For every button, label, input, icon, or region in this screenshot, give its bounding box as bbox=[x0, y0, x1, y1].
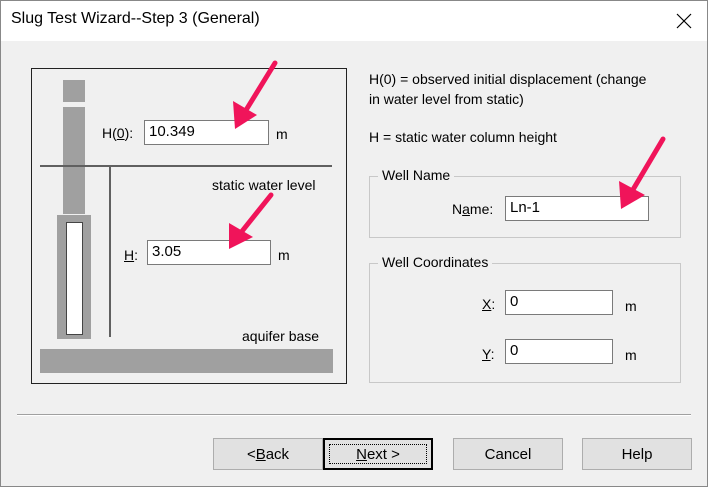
y-label: Y: bbox=[482, 346, 495, 362]
close-button[interactable] bbox=[661, 1, 707, 41]
h0-unit: m bbox=[276, 126, 288, 142]
h-height-line bbox=[109, 167, 111, 337]
h-unit: m bbox=[278, 247, 290, 263]
x-coordinate-input[interactable]: 0 bbox=[505, 290, 613, 315]
y-coordinate-input[interactable]: 0 bbox=[505, 339, 613, 364]
h0-label: H(0): bbox=[102, 125, 134, 141]
well-coordinates-group: Well Coordinates X: 0 m Y: 0 m bbox=[369, 254, 681, 383]
h-description: H = static water column height bbox=[369, 129, 557, 145]
h0-description-line2: in water level from static) bbox=[369, 91, 524, 107]
well-screen-inner bbox=[66, 222, 83, 335]
static-water-level-line bbox=[40, 165, 332, 167]
y-unit: m bbox=[625, 347, 637, 363]
aquifer-base-label: aquifer base bbox=[242, 328, 320, 344]
well-name-input[interactable]: Ln-1 bbox=[505, 196, 649, 221]
h0-description-line1: H(0) = observed initial displacement (ch… bbox=[369, 71, 647, 87]
well-diagram: H(0): 10.349 m static water level H: 3.0… bbox=[31, 68, 347, 384]
h0-input[interactable]: 10.349 bbox=[144, 120, 269, 145]
well-name-group: Well Name Name: Ln-1 bbox=[369, 167, 681, 238]
well-name-label: Name: bbox=[452, 201, 494, 217]
title-bar: Slug Test Wizard--Step 3 (General) bbox=[1, 1, 707, 41]
x-unit: m bbox=[625, 298, 637, 314]
x-label: X: bbox=[482, 296, 496, 312]
casing-top bbox=[63, 80, 85, 102]
aquifer-base-bar bbox=[40, 349, 333, 373]
well-coordinates-legend: Well Coordinates bbox=[378, 254, 493, 270]
h-input[interactable]: 3.05 bbox=[147, 240, 271, 265]
focus-rectangle bbox=[329, 444, 427, 464]
help-button[interactable]: Help bbox=[582, 438, 692, 470]
button-separator bbox=[17, 414, 691, 416]
next-button[interactable]: Next > bbox=[323, 438, 433, 470]
dialog-window: Slug Test Wizard--Step 3 (General) H(0):… bbox=[0, 0, 708, 487]
window-title: Slug Test Wizard--Step 3 (General) bbox=[11, 10, 260, 27]
back-button[interactable]: < Back bbox=[213, 438, 323, 470]
static-water-level-label: static water level bbox=[212, 177, 316, 193]
casing-pipe bbox=[63, 107, 85, 214]
close-icon bbox=[676, 13, 692, 29]
h-label: H: bbox=[124, 247, 139, 263]
well-name-legend: Well Name bbox=[378, 167, 455, 183]
cancel-button[interactable]: Cancel bbox=[453, 438, 563, 470]
